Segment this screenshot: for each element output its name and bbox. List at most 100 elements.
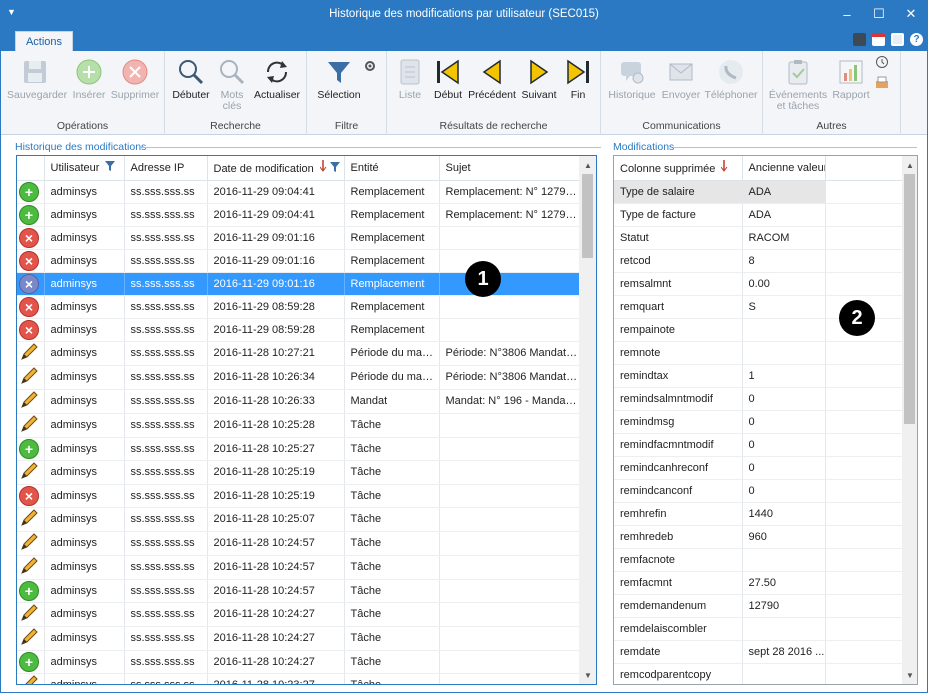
sort-descending-icon[interactable] (720, 160, 731, 175)
modification-row[interactable]: remcodparentcopy (614, 663, 903, 684)
modification-row[interactable]: retcod 8 (614, 249, 903, 273)
modification-row[interactable]: remindsalmntmodif 0 (614, 387, 903, 411)
history-row[interactable]: adminsys ss.sss.sss.ss 2016-11-28 10:24:27… (17, 602, 581, 627)
send-button[interactable]: Envoyer (659, 57, 703, 101)
header-column-deleted[interactable]: Colonne supprimée (614, 156, 743, 181)
maximize-button[interactable]: ☐ (863, 1, 895, 27)
history-button[interactable]: Historique (605, 57, 659, 101)
history-row[interactable]: × adminsys ss.sss.sss.ss 2016-11-29 09:01:1… (17, 226, 581, 250)
history-scroll-thumb[interactable] (582, 174, 593, 258)
previous-record-button[interactable]: Précédent (467, 57, 517, 101)
history-row[interactable]: + adminsys ss.sss.sss.ss 2016-11-28 10:24:5… (17, 579, 581, 603)
inbox-tray-icon[interactable] (875, 75, 889, 89)
start-search-button[interactable]: Débuter (169, 57, 213, 101)
history-row[interactable]: + adminsys ss.sss.sss.ss 2016-11-29 09:04:4… (17, 180, 581, 204)
modifications-scroll-thumb[interactable] (904, 174, 915, 424)
modifications-scrollbar[interactable]: ▲ ▼ (902, 156, 917, 684)
scroll-down-icon[interactable]: ▼ (903, 668, 917, 682)
modification-row[interactable]: Type de facture ADA (614, 203, 903, 227)
printer-icon[interactable] (891, 33, 904, 46)
history-row[interactable]: + adminsys ss.sss.sss.ss 2016-11-28 10:24:2… (17, 650, 581, 674)
history-row[interactable]: adminsys ss.sss.sss.ss 2016-11-28 10:25:28… (17, 413, 581, 438)
selection-filter-button[interactable]: Sélection (311, 57, 367, 101)
user-cell: adminsys (44, 531, 125, 556)
history-row[interactable]: adminsys ss.sss.sss.ss 2016-11-28 10:24:27… (17, 626, 581, 651)
modification-row[interactable]: Statut RACOM (614, 226, 903, 250)
close-button[interactable]: ✕ (895, 1, 927, 27)
delete-button[interactable]: Supprimer (109, 57, 161, 101)
modification-row[interactable]: remindfacmntmodif 0 (614, 433, 903, 457)
history-row[interactable]: + adminsys ss.sss.sss.ss 2016-11-28 10:25:2… (17, 437, 581, 461)
next-record-button[interactable]: Suivant (519, 57, 559, 101)
modification-row[interactable]: remfacmnt 27.50 (614, 571, 903, 595)
scroll-up-icon[interactable]: ▲ (581, 158, 595, 172)
scroll-up-icon[interactable]: ▲ (903, 158, 917, 172)
keywords-button[interactable]: Mots clés (215, 57, 249, 112)
modifications-grid[interactable]: Colonne supprimée Ancienne valeur Type d… (613, 155, 918, 685)
modification-row[interactable]: remhredeb 960 (614, 525, 903, 549)
ip-cell: ss.sss.sss.ss (124, 413, 208, 438)
modification-row[interactable]: remindcanconf 0 (614, 479, 903, 503)
history-row[interactable]: adminsys ss.sss.sss.ss 2016-11-28 10:23:27… (17, 673, 581, 684)
history-row[interactable]: × adminsys ss.sss.sss.ss 2016-11-28 10:25:1… (17, 484, 581, 508)
history-grid[interactable]: Utilisateur Adresse IP Date de modificat… (16, 155, 597, 685)
modification-row[interactable]: remindmsg 0 (614, 410, 903, 434)
sort-descending-icon[interactable] (319, 160, 330, 175)
user-cell: adminsys (44, 318, 125, 342)
column-name-cell: Type de facture (614, 203, 743, 227)
modification-row[interactable]: remsalmnt 0.00 (614, 272, 903, 296)
deleted-record-icon: × (19, 319, 39, 340)
insert-button[interactable]: Insérer (69, 57, 109, 101)
header-date[interactable]: Date de modification (207, 156, 345, 181)
modification-row[interactable]: remindcanhreconf 0 (614, 456, 903, 480)
filter-settings-icon[interactable] (363, 59, 377, 73)
scroll-down-icon[interactable]: ▼ (581, 668, 595, 682)
modification-row[interactable]: remfacnote (614, 548, 903, 572)
help-icon[interactable]: ? (910, 33, 923, 46)
last-record-button[interactable]: Fin (561, 57, 595, 101)
phone-button[interactable]: Téléphoner (703, 57, 759, 101)
history-row[interactable]: + adminsys ss.sss.sss.ss 2016-11-29 09:04:4… (17, 203, 581, 227)
header-user[interactable]: Utilisateur (44, 156, 125, 181)
calendar-icon[interactable] (872, 33, 885, 46)
clock-history-icon[interactable] (875, 55, 889, 69)
modification-row[interactable]: remindtax 1 (614, 364, 903, 388)
entity-cell: Remplacement (344, 180, 440, 204)
list-button[interactable]: Liste (393, 57, 427, 101)
modification-row[interactable]: remdemandenum 12790 (614, 594, 903, 618)
events-tasks-button[interactable]: Événements et tâches (767, 57, 829, 112)
date-cell: 2016-11-29 09:04:41 (207, 203, 345, 227)
tab-actions[interactable]: Actions (15, 31, 73, 51)
ip-cell: ss.sss.sss.ss (124, 249, 208, 273)
report-button[interactable]: Rapport (831, 57, 871, 101)
ip-cell: ss.sss.sss.ss (124, 602, 208, 627)
filter-icon[interactable] (105, 161, 116, 174)
modification-row[interactable]: remhrefin 1440 (614, 502, 903, 526)
history-row[interactable]: × adminsys ss.sss.sss.ss 2016-11-29 08:59:2… (17, 295, 581, 319)
history-row[interactable]: adminsys ss.sss.sss.ss 2016-11-28 10:26:33… (17, 389, 581, 414)
filter-icon[interactable] (329, 162, 340, 175)
history-row[interactable]: adminsys ss.sss.sss.ss 2016-11-28 10:24:57… (17, 555, 581, 580)
history-row[interactable]: adminsys ss.sss.sss.ss 2016-11-28 10:25:19… (17, 460, 581, 485)
calculator-icon[interactable] (853, 33, 866, 46)
header-subject[interactable]: Sujet (439, 156, 581, 181)
history-row[interactable]: adminsys ss.sss.sss.ss 2016-11-28 10:26:34… (17, 365, 581, 390)
header-ip[interactable]: Adresse IP (124, 156, 208, 181)
minimize-button[interactable]: – (831, 1, 863, 27)
modification-row[interactable]: Type de salaire ADA (614, 180, 903, 204)
history-scrollbar[interactable]: ▲ ▼ (579, 156, 596, 684)
header-old-value[interactable]: Ancienne valeur (742, 156, 826, 181)
first-record-button[interactable]: Début (431, 57, 465, 101)
modification-row[interactable]: remdelaiscombler (614, 617, 903, 641)
header-entity[interactable]: Entité (344, 156, 440, 181)
refresh-button[interactable]: Actualiser (251, 57, 303, 101)
save-button[interactable]: Sauvegarder (7, 57, 67, 101)
modification-row[interactable]: remdate sept 28 2016 ... (614, 640, 903, 664)
history-row[interactable]: adminsys ss.sss.sss.ss 2016-11-28 10:24:57… (17, 531, 581, 556)
header-op-type[interactable] (17, 156, 45, 181)
history-row[interactable]: adminsys ss.sss.sss.ss 2016-11-28 10:25:07… (17, 507, 581, 532)
history-row[interactable]: × adminsys ss.sss.sss.ss 2016-11-29 08:59:2… (17, 318, 581, 342)
history-row[interactable]: adminsys ss.sss.sss.ss 2016-11-28 10:27:21… (17, 341, 581, 366)
modification-row[interactable]: remnote (614, 341, 903, 365)
subject-cell (439, 484, 581, 508)
